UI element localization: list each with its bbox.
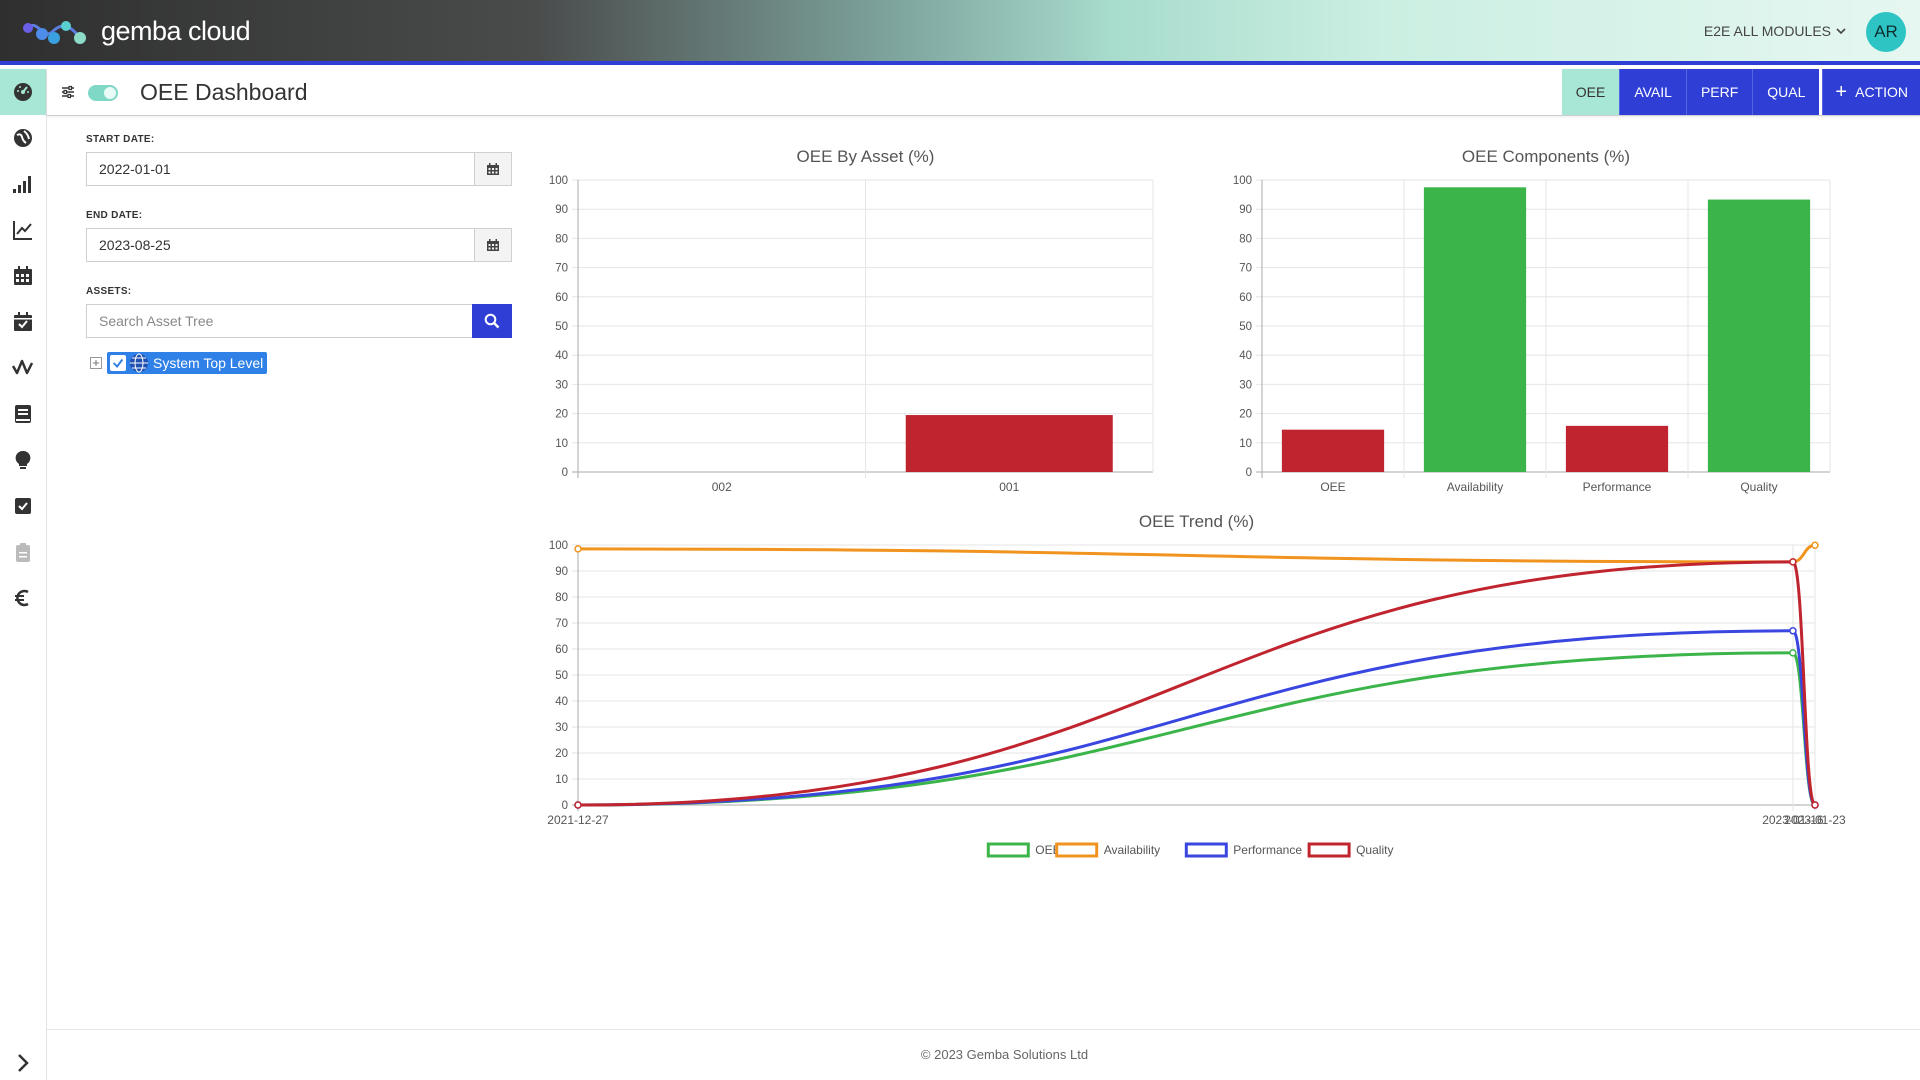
oee-by-asset-y-tick-label: 20 <box>555 409 568 421</box>
oee-trend-legend-label: Availability <box>1104 843 1160 857</box>
oee-trend-y-tick-label: 100 <box>549 540 568 552</box>
oee-components-y-tick-label: 40 <box>1239 350 1252 362</box>
oee-components-bar <box>1707 199 1811 472</box>
footer-copyright: © 2023 Gemba Solutions Ltd <box>920 1047 1089 1062</box>
oee-trend-data-point <box>1811 541 1819 550</box>
oee-trend-data-point <box>1789 627 1797 635</box>
oee-trend-legend-label: Performance <box>1233 843 1302 857</box>
oee-components-x-tick-label: Performance <box>1583 480 1652 494</box>
oee-trend-series-line <box>577 560 1817 807</box>
oee-components-bar <box>1281 429 1385 472</box>
oee-trend-y-tick-label: 20 <box>555 748 568 760</box>
oee-components-y-tick-label: 90 <box>1239 204 1252 216</box>
oee-by-asset-y-tick-label: 0 <box>562 467 568 479</box>
oee-components-y-tick-label: 50 <box>1239 321 1252 333</box>
oee-trend-y-tick-label: 50 <box>555 670 568 682</box>
oee-by-asset-x-tick-label: 001 <box>999 480 1019 494</box>
oee-trend-data-point <box>1789 649 1797 657</box>
oee-by-asset-y-tick-label: 10 <box>555 438 568 450</box>
oee-trend-data-point <box>1789 558 1797 566</box>
oee-by-asset-y-tick-label: 70 <box>555 263 568 275</box>
oee-by-asset-x-tick-label: 002 <box>712 480 732 494</box>
oee-trend-data-point <box>574 801 582 809</box>
oee-trend-y-tick-label: 80 <box>555 592 568 604</box>
oee-trend-series-line <box>577 543 1816 564</box>
oee-components-x-tick-label: Quality <box>1740 480 1777 494</box>
oee-trend-series-line <box>577 651 1817 807</box>
oee-trend-y-tick-label: 90 <box>555 566 568 578</box>
oee-trend-legend-swatch <box>1055 842 1099 858</box>
oee-by-asset-y-tick-label: 60 <box>555 292 568 304</box>
oee-trend-data-point <box>574 545 582 553</box>
oee-trend-y-tick-label: 0 <box>562 800 568 812</box>
oee-components-y-tick-label: 30 <box>1239 379 1252 391</box>
oee-components-x-tick-label: OEE <box>1320 480 1345 494</box>
oee-trend-y-tick-label: 60 <box>555 644 568 656</box>
oee-components-y-tick-label: 100 <box>1233 175 1252 187</box>
oee-components-x-tick-label: Availability <box>1447 480 1503 494</box>
oee-by-asset-y-tick-label: 40 <box>555 350 568 362</box>
oee-components-y-tick-label: 70 <box>1239 263 1252 275</box>
oee-components-bar <box>1423 187 1527 473</box>
oee-trend-data-point <box>1811 801 1819 809</box>
footer-divider <box>47 1029 1920 1030</box>
oee-by-asset-y-tick-label: 30 <box>555 379 568 391</box>
oee-components-title: OEE Components (%) <box>1462 147 1630 166</box>
oee-components-y-tick-label: 0 <box>1246 467 1252 479</box>
oee-components-bar <box>1565 425 1669 472</box>
oee-trend-y-tick-label: 30 <box>555 722 568 734</box>
oee-trend-legend-swatch <box>1184 842 1228 858</box>
oee-components-y-tick-label: 20 <box>1239 409 1252 421</box>
oee-trend-y-tick-label: 10 <box>555 774 568 786</box>
oee-trend-title: OEE Trend (%) <box>1139 512 1254 531</box>
oee-by-asset-y-tick-label: 100 <box>549 175 568 187</box>
oee-components-y-tick-label: 80 <box>1239 233 1252 245</box>
oee-trend-legend-swatch <box>986 842 1030 858</box>
oee-trend-legend-label: Quality <box>1356 843 1393 857</box>
oee-trend-y-tick-label: 40 <box>555 696 568 708</box>
oee-trend-x-tick-label: 2021-12-27 <box>547 813 609 827</box>
oee-by-asset-bar <box>905 415 1113 472</box>
oee-trend-y-tick-label: 70 <box>555 618 568 630</box>
oee-trend-x-tick-label: 2023-01-23 <box>1784 813 1846 827</box>
oee-components-y-tick-label: 60 <box>1239 292 1252 304</box>
oee-by-asset-y-tick-label: 50 <box>555 321 568 333</box>
oee-by-asset-y-tick-label: 90 <box>555 204 568 216</box>
oee-trend-legend-swatch <box>1307 842 1351 858</box>
oee-components-y-tick-label: 10 <box>1239 438 1252 450</box>
charts-area: OEE By Asset (%)010203040506070809010000… <box>547 147 1846 858</box>
oee-by-asset-y-tick-label: 80 <box>555 233 568 245</box>
oee-by-asset-title: OEE By Asset (%) <box>797 147 935 166</box>
